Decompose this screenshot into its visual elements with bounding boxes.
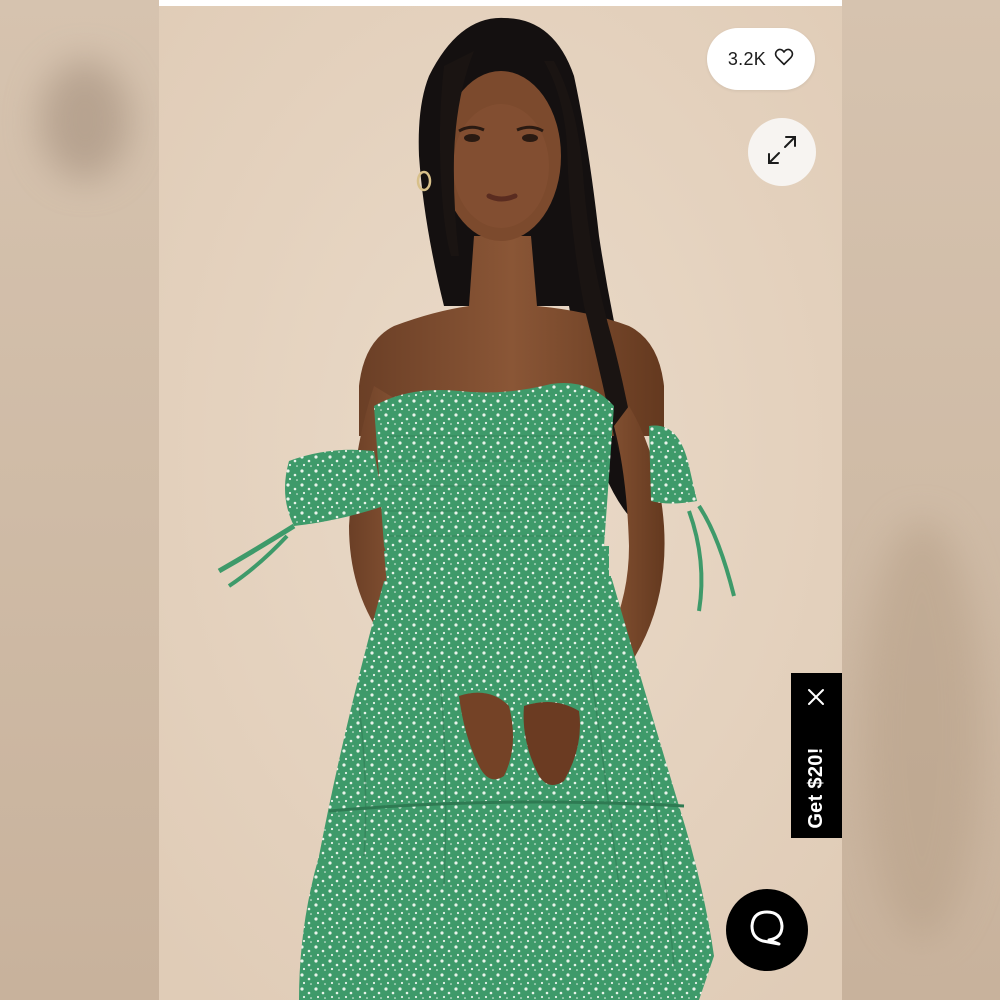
heart-outline-icon: [774, 48, 794, 71]
expand-image-button[interactable]: [748, 118, 816, 186]
promo-tab[interactable]: Get $20!: [791, 673, 842, 838]
product-gallery: 3.2K Get $20!: [159, 0, 842, 1000]
promo-label[interactable]: Get $20!: [801, 708, 831, 868]
like-button[interactable]: 3.2K: [707, 28, 815, 90]
chat-bubble-icon: [747, 908, 787, 953]
blurred-background-left: [0, 0, 159, 1000]
like-count: 3.2K: [727, 48, 767, 69]
blurred-background-right: [842, 0, 1000, 1000]
expand-arrows-icon: [765, 133, 799, 172]
chat-button[interactable]: [726, 889, 808, 971]
product-photo[interactable]: [159, 6, 842, 1000]
close-icon[interactable]: [806, 687, 826, 707]
